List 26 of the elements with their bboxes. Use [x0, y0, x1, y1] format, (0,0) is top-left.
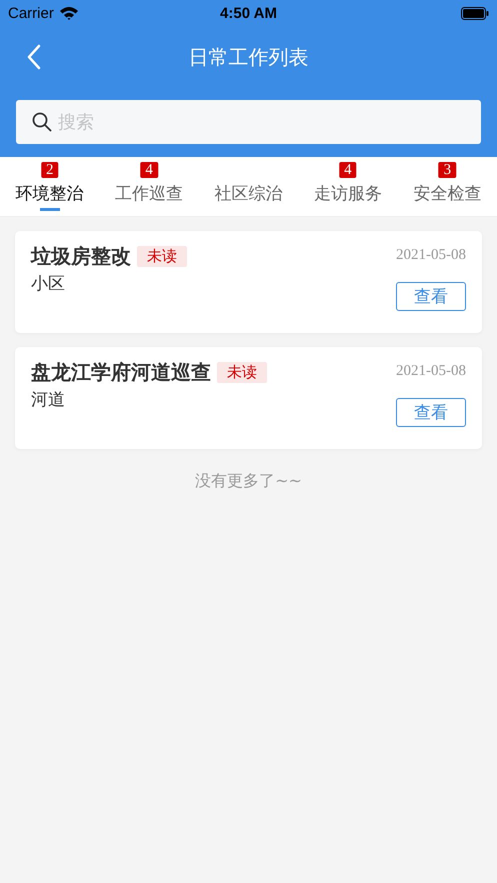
category-tab[interactable]: 4 走访服务: [298, 157, 398, 216]
task-category: 河道: [31, 389, 65, 411]
count-badge: 4: [140, 162, 158, 178]
status-time: 4:50 AM: [220, 4, 277, 22]
wifi-icon: [58, 6, 79, 20]
category-tab[interactable]: 4 工作巡查: [99, 157, 199, 216]
back-icon[interactable]: [27, 44, 41, 70]
task-category: 小区: [31, 273, 65, 295]
task-title: 盘龙江学府河道巡查: [31, 359, 211, 386]
page-title: 日常工作列表: [188, 44, 308, 70]
task-date: 2021-05-08: [396, 362, 466, 380]
count-badge: 2: [40, 162, 58, 178]
count-badge: 4: [339, 162, 357, 178]
carrier-name: Carrier: [8, 4, 54, 22]
view-button[interactable]: 查看: [396, 398, 466, 427]
status-tag: 未读: [137, 246, 187, 267]
category-tab[interactable]: 3 安全检查: [398, 157, 497, 216]
battery-icon: [461, 6, 489, 20]
count-badge: 3: [438, 162, 456, 178]
view-button[interactable]: 查看: [396, 282, 466, 311]
search-icon: [32, 112, 52, 132]
category-tab[interactable]: 社区综治: [198, 157, 298, 216]
end-of-list-text: 没有更多了~~: [194, 471, 303, 492]
status-tag: 未读: [217, 362, 267, 383]
task-title: 垃圾房整改: [31, 243, 131, 270]
task-date: 2021-05-08: [396, 246, 466, 264]
